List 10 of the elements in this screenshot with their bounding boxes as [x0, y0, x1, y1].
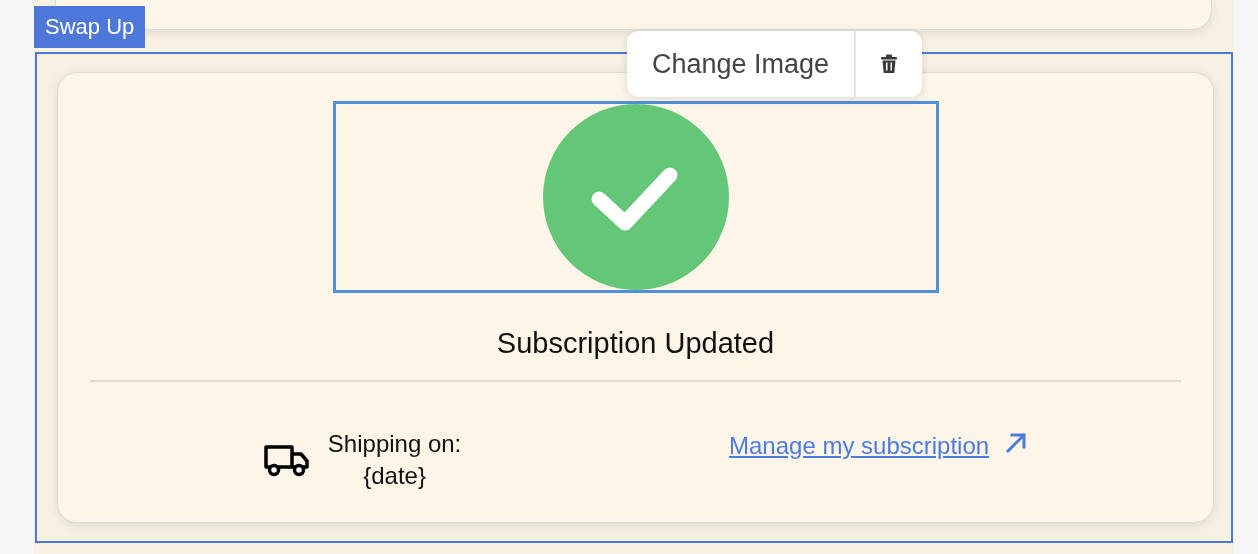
trash-icon [880, 54, 899, 74]
external-arrow-icon [1005, 432, 1028, 454]
swap-up-button[interactable]: Swap Up [34, 6, 146, 48]
check-circle-icon [541, 103, 730, 291]
manage-subscription-link[interactable]: Manage my subscription [729, 432, 990, 460]
card-title: Subscription Updated [496, 327, 775, 360]
change-image-button[interactable]: Change Image [627, 31, 857, 97]
truck-icon [263, 443, 310, 477]
shipping-date: {date} [363, 461, 426, 491]
shipping-label: Shipping on: [327, 429, 462, 459]
